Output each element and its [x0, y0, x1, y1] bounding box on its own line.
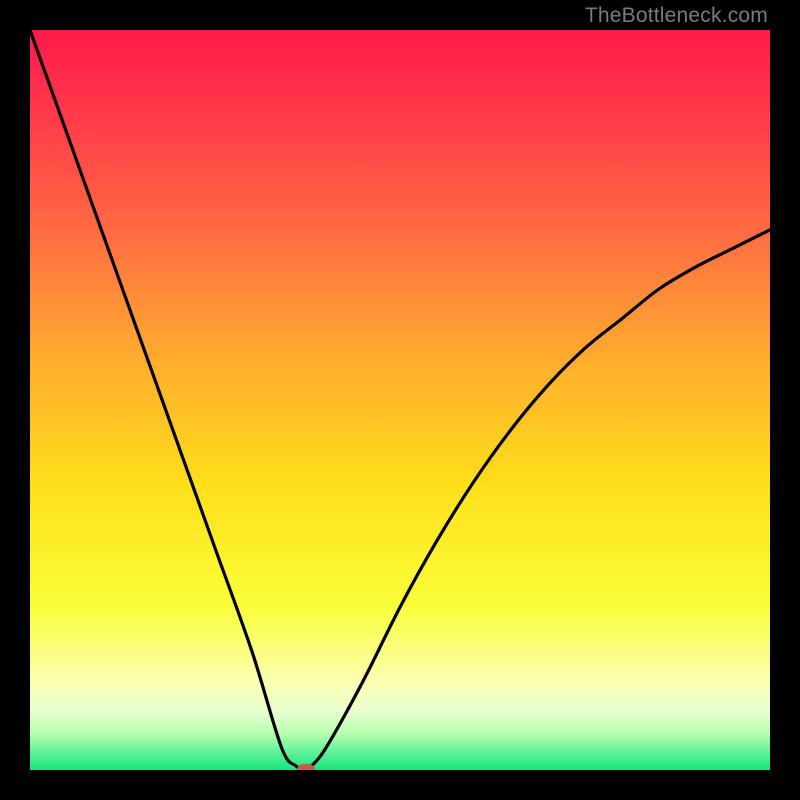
- minimum-marker: [297, 764, 315, 770]
- watermark-text: TheBottleneck.com: [585, 4, 768, 28]
- bottleneck-curve: [30, 30, 770, 770]
- chart-frame: TheBottleneck.com: [0, 0, 800, 800]
- curve-layer: [30, 30, 770, 770]
- plot-area: [30, 30, 770, 770]
